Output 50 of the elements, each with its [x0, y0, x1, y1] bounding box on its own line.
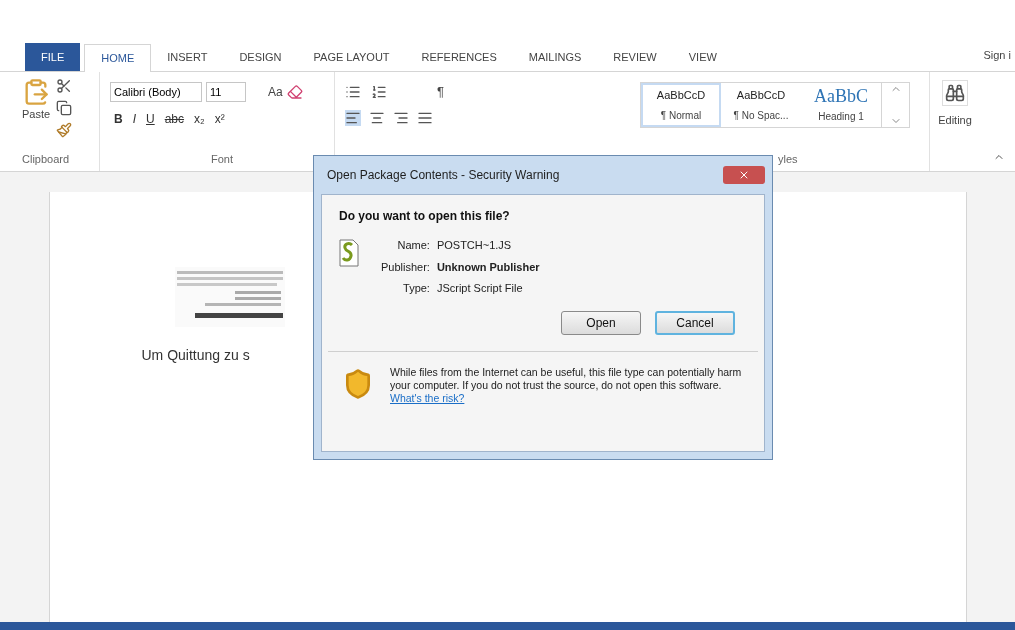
format-button[interactable]: B	[110, 110, 127, 128]
ribbon-tab[interactable]: REVIEW	[597, 43, 673, 71]
format-button[interactable]: I	[128, 110, 140, 128]
find-icon[interactable]	[942, 80, 968, 106]
copy-icon[interactable]	[56, 100, 73, 116]
format-painter-icon[interactable]	[56, 122, 73, 138]
pilcrow-button[interactable]: ¶	[437, 82, 444, 102]
paste-button[interactable]: Paste	[22, 106, 51, 123]
numbered-list-icon[interactable]	[371, 83, 387, 100]
ribbon-tab[interactable]: MAILINGS	[512, 43, 598, 71]
field-label: Publisher:	[381, 259, 430, 275]
group-label: Font	[211, 151, 233, 167]
document-text: Um Quittung zu s	[141, 346, 251, 365]
close-icon	[738, 169, 750, 181]
format-button[interactable]: abc	[160, 110, 189, 128]
change-case-button[interactable]: Aa	[268, 83, 283, 101]
font-name-field[interactable]: Calibri (Body)	[110, 82, 202, 102]
dialog-question: Do you want to open this file?	[339, 208, 511, 225]
script-file-icon	[339, 239, 359, 267]
format-button[interactable]: x²	[210, 110, 229, 128]
field-value: Unknown Publisher	[436, 259, 540, 275]
style-item[interactable]: AaBbCcD ¶ Normal	[641, 83, 721, 127]
format-button[interactable]: x₂	[190, 110, 209, 128]
editing-button[interactable]: Editing	[938, 112, 972, 129]
field-label: Name:	[396, 238, 430, 253]
style-item[interactable]: AaBbCcD ¶ No Spac...	[721, 83, 801, 127]
format-button[interactable]: U	[142, 110, 159, 128]
font-size-field[interactable]: 11	[206, 82, 246, 102]
ribbon-tab[interactable]: HOME	[84, 44, 152, 72]
dialog-button[interactable]: Open	[561, 310, 641, 335]
risk-link[interactable]: What's the risk?	[390, 391, 465, 404]
field-value: POSTCH~1.JS	[436, 238, 513, 253]
ribbon-tab[interactable]: DESIGN	[223, 43, 298, 71]
warning-text: While files from the Internet can be useful, this file type can potentially harm your computer. If you do not trust the source, do not open this software. What's the risk?	[390, 365, 743, 405]
ribbon-tab[interactable]: INSERT	[151, 43, 224, 71]
eraser-icon[interactable]	[286, 84, 303, 100]
group-label: Clipboard	[22, 151, 71, 167]
ribbon-tab[interactable]: VIEW	[672, 43, 733, 71]
close-button[interactable]	[723, 166, 765, 184]
ribbon-tab[interactable]: PAGE LAYOUT	[297, 43, 406, 71]
dialog-title: Open Package Contents - Security Warning	[327, 167, 560, 184]
group-label: yles	[777, 151, 799, 167]
field-label: Type:	[402, 281, 430, 296]
ribbon-tab[interactable]: REFERENCES	[405, 43, 513, 71]
ribbon-tab[interactable]: FILE	[25, 43, 81, 71]
field-value: JScript Script File	[436, 281, 524, 296]
style-item[interactable]: AaBbC Heading 1	[801, 83, 881, 127]
sign-in-link[interactable]: Sign i	[983, 46, 1011, 63]
dialog-button[interactable]: Cancel	[655, 310, 735, 335]
cut-icon[interactable]	[56, 78, 73, 94]
